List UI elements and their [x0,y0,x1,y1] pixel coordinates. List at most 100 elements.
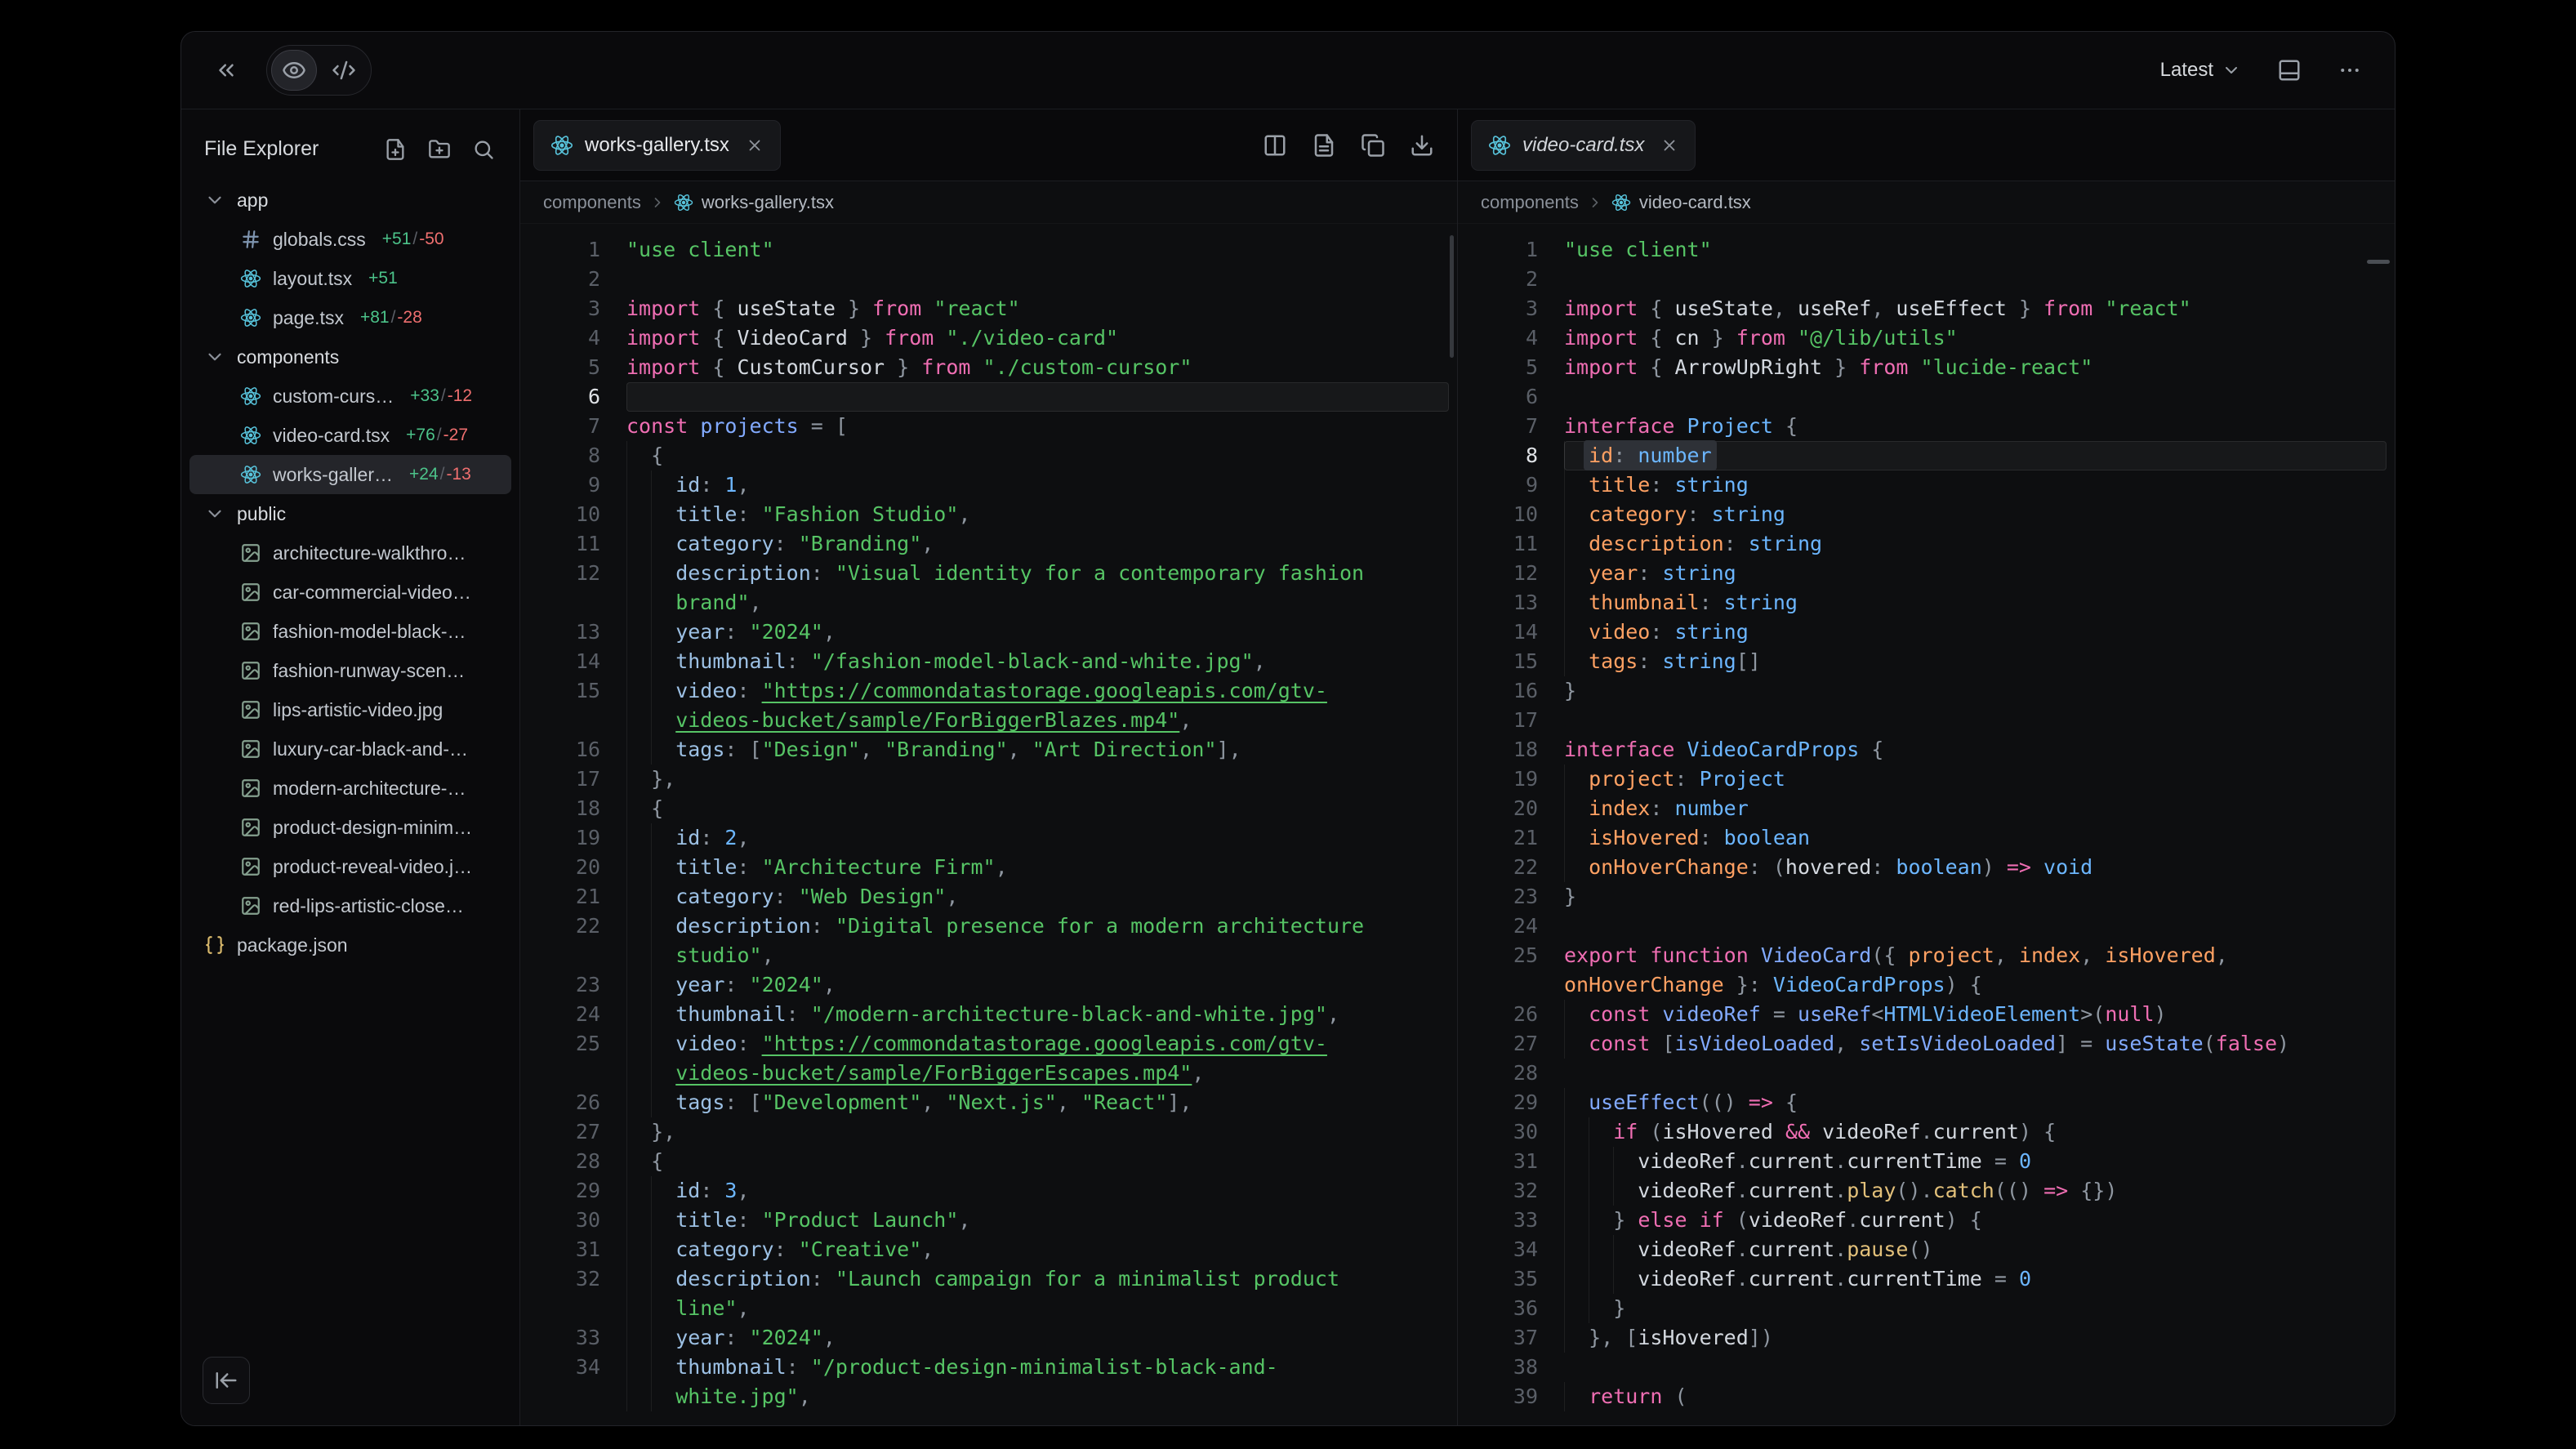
tree-item-video-card.tsx[interactable]: video-card.tsx+76/-27 [189,416,511,455]
tree-item-fashion-model-black-[interactable]: fashion-model-black-… [189,612,511,651]
line-number[interactable]: 3 [1458,294,1564,323]
line-number[interactable]: 33 [1458,1206,1564,1235]
code-line[interactable]: 30title: "Product Launch", [520,1206,1457,1235]
code-line[interactable]: 18{ [520,794,1457,823]
preview-toggle-button[interactable] [271,50,317,91]
line-number[interactable]: 22 [520,912,626,970]
code-line[interactable]: 2 [520,265,1457,294]
line-number[interactable]: 23 [520,970,626,1000]
code-line[interactable]: 19id: 2, [520,823,1457,853]
line-number[interactable]: 13 [520,617,626,647]
line-number[interactable]: 39 [1458,1382,1564,1411]
line-number[interactable]: 32 [520,1264,626,1323]
tree-item-globals.css[interactable]: globals.css+51/-50 [189,220,511,259]
breadcrumb-folder[interactable]: components [1481,192,1579,213]
code-line[interactable]: 25export function VideoCard({ project, i… [1458,941,2395,1000]
line-number[interactable]: 37 [1458,1323,1564,1353]
code-line[interactable]: 21isHovered: boolean [1458,823,2395,853]
line-number[interactable]: 30 [520,1206,626,1235]
code-line[interactable]: 11description: string [1458,529,2395,559]
breadcrumb-file[interactable]: works-gallery.tsx [702,192,834,213]
code-line[interactable]: 21category: "Web Design", [520,882,1457,912]
line-number[interactable]: 19 [520,823,626,853]
code-line[interactable]: 14thumbnail: "/fashion-model-black-and-w… [520,647,1457,676]
code-line[interactable]: 7interface Project { [1458,412,2395,441]
line-number[interactable]: 25 [520,1029,626,1088]
tree-item-car-commercial-video-[interactable]: car-commercial-video… [189,573,511,612]
line-number[interactable]: 5 [1458,353,1564,382]
line-number[interactable]: 7 [520,412,626,441]
code-line[interactable]: 2 [1458,265,2395,294]
line-number[interactable]: 16 [520,735,626,765]
tree-item-works-galler-[interactable]: works-galler…+24/-13 [189,455,511,494]
code-line[interactable]: 15tags: string[] [1458,647,2395,676]
line-number[interactable]: 32 [1458,1176,1564,1206]
line-number[interactable]: 1 [1458,235,1564,265]
code-line[interactable]: 33year: "2024", [520,1323,1457,1353]
code-line[interactable]: 13thumbnail: string [1458,588,2395,617]
code-line[interactable]: 38 [1458,1353,2395,1382]
line-number[interactable]: 5 [520,353,626,382]
code-line[interactable]: 16tags: ["Design", "Branding", "Art Dire… [520,735,1457,765]
code-editor-video-card[interactable]: 1"use client"23import { useState, useRef… [1458,224,2395,1425]
scrollbar-thumb[interactable] [1450,235,1454,358]
code-line[interactable]: 5import { ArrowUpRight } from "lucide-re… [1458,353,2395,382]
collapse-sidebar-button[interactable] [203,1357,250,1404]
line-number[interactable]: 15 [520,676,626,735]
code-line[interactable]: 1"use client" [520,235,1457,265]
line-number[interactable]: 17 [520,765,626,794]
code-line[interactable]: 32description: "Launch campaign for a mi… [520,1264,1457,1323]
tree-item-fashion-runway-scen-[interactable]: fashion-runway-scen… [189,651,511,690]
tree-item-layout.tsx[interactable]: layout.tsx+51 [189,259,511,298]
code-line[interactable]: 28{ [520,1147,1457,1176]
code-line[interactable]: 31category: "Creative", [520,1235,1457,1264]
tree-item-custom-curs-[interactable]: custom-curs…+33/-12 [189,377,511,416]
code-line[interactable]: 18interface VideoCardProps { [1458,735,2395,765]
line-number[interactable]: 29 [1458,1088,1564,1117]
line-number[interactable]: 7 [1458,412,1564,441]
line-number[interactable]: 27 [1458,1029,1564,1059]
line-number[interactable]: 12 [520,559,626,617]
line-number[interactable]: 2 [520,265,626,294]
line-number[interactable]: 35 [1458,1264,1564,1294]
line-number[interactable]: 15 [1458,647,1564,676]
tree-item-page.tsx[interactable]: page.tsx+81/-28 [189,298,511,337]
tab-video-card[interactable]: video-card.tsx [1471,120,1696,171]
line-number[interactable]: 30 [1458,1117,1564,1147]
line-number[interactable]: 4 [520,323,626,353]
code-line[interactable]: 19project: Project [1458,765,2395,794]
tree-item-lips-artistic-video.jpg[interactable]: lips-artistic-video.jpg [189,690,511,729]
code-line[interactable]: 4import { cn } from "@/lib/utils" [1458,323,2395,353]
code-line[interactable]: 12year: string [1458,559,2395,588]
tree-item-red-lips-artistic-close-[interactable]: red-lips-artistic-close… [189,886,511,925]
code-line[interactable]: 27const [isVideoLoaded, setIsVideoLoaded… [1458,1029,2395,1059]
code-line[interactable]: 20title: "Architecture Firm", [520,853,1457,882]
line-number[interactable]: 21 [1458,823,1564,853]
code-line[interactable]: 23year: "2024", [520,970,1457,1000]
new-file-button[interactable] [384,138,407,161]
code-line[interactable]: 17 [1458,706,2395,735]
scroll-cursor-marker[interactable] [2367,260,2390,264]
line-number[interactable]: 28 [1458,1059,1564,1088]
line-number[interactable]: 26 [520,1088,626,1117]
code-line[interactable]: 11category: "Branding", [520,529,1457,559]
code-line[interactable]: 8id: number [1458,441,2395,470]
code-line[interactable]: 23} [1458,882,2395,912]
line-number[interactable]: 33 [520,1323,626,1353]
line-number[interactable]: 2 [1458,265,1564,294]
tree-item-components[interactable]: components [189,337,511,377]
tree-item-architecture-walkthro-[interactable]: architecture-walkthro… [189,533,511,573]
new-folder-button[interactable] [428,138,451,161]
copy-code-button[interactable] [1361,133,1385,158]
line-number[interactable]: 36 [1458,1294,1564,1323]
code-line[interactable]: 17}, [520,765,1457,794]
line-number[interactable]: 34 [1458,1235,1564,1264]
line-number[interactable]: 19 [1458,765,1564,794]
code-line[interactable]: 29id: 3, [520,1176,1457,1206]
code-editor-works-gallery[interactable]: 1"use client"23import { useState } from … [520,224,1457,1425]
code-line[interactable]: 35videoRef.current.currentTime = 0 [1458,1264,2395,1294]
code-line[interactable]: 22onHoverChange: (hovered: boolean) => v… [1458,853,2395,882]
code-toggle-button[interactable] [321,50,367,91]
line-number[interactable]: 24 [1458,912,1564,941]
close-icon[interactable] [1660,136,1678,154]
